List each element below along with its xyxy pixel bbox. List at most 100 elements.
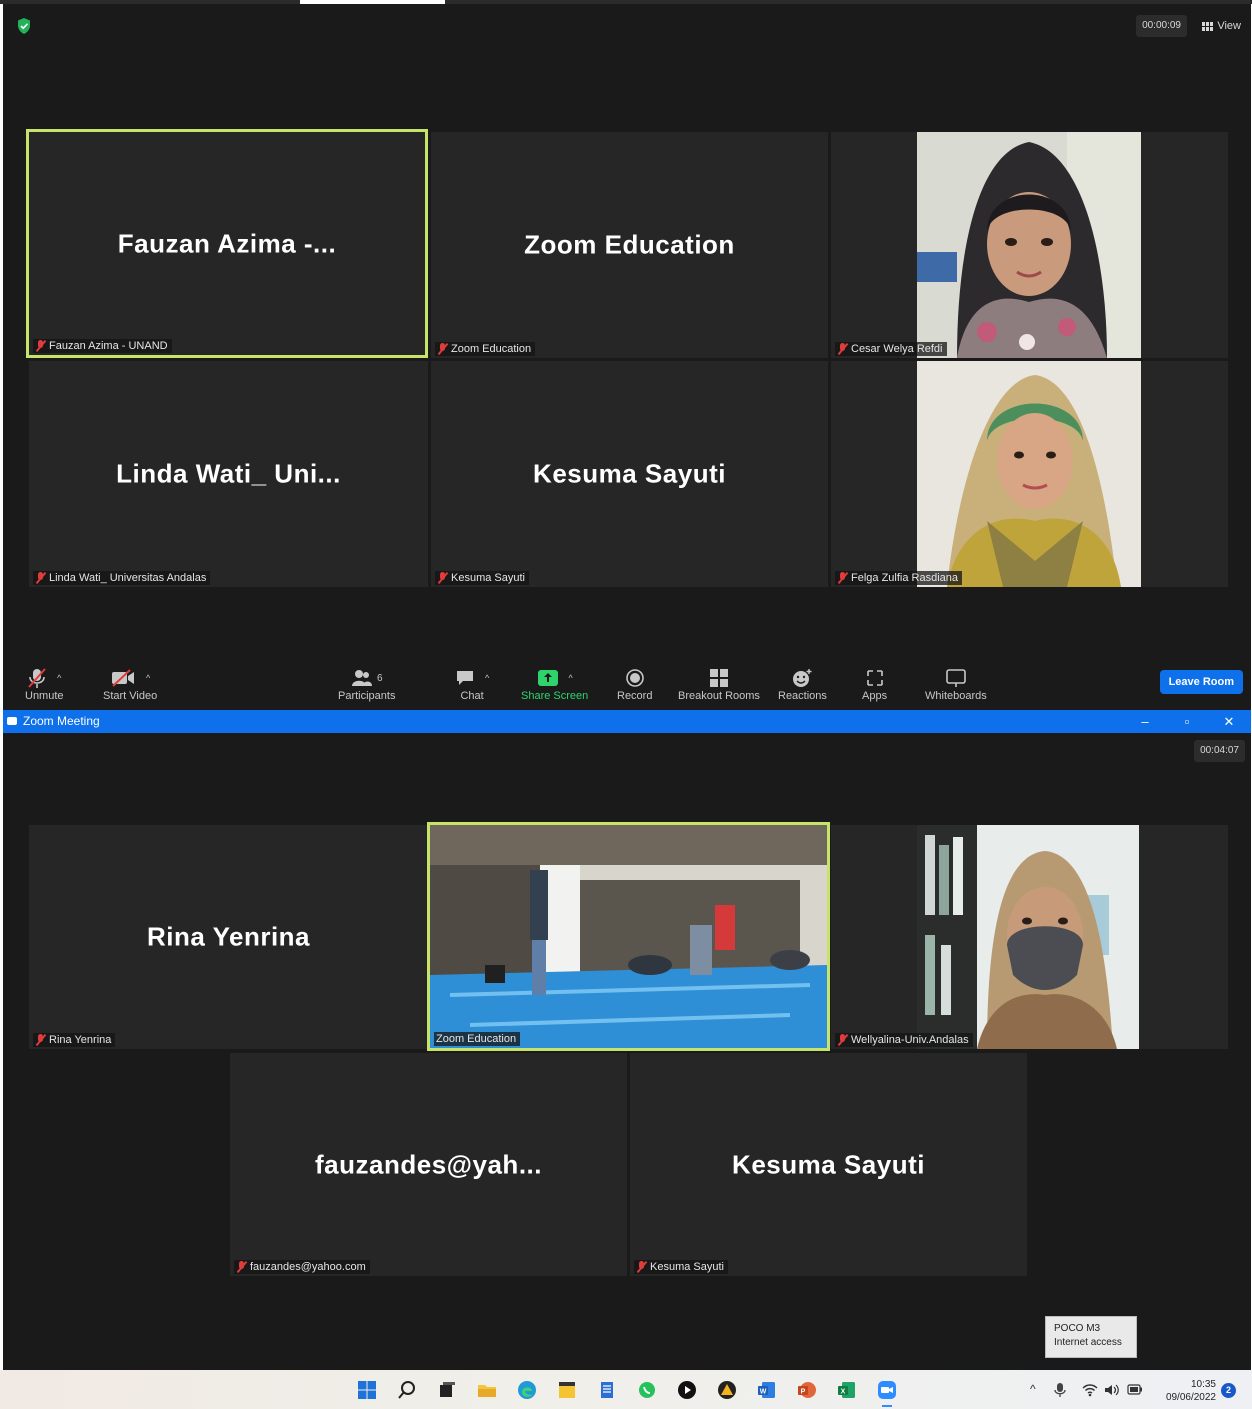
warning-app-icon[interactable] bbox=[717, 1380, 737, 1400]
apps-icon bbox=[866, 670, 883, 686]
battery-icon[interactable] bbox=[1127, 1384, 1143, 1395]
breakout-rooms-icon bbox=[709, 669, 728, 687]
name-label: Zoom Education bbox=[435, 342, 536, 356]
name-label: Fauzan Azima - UNAND bbox=[33, 339, 172, 353]
participant-video-feed bbox=[917, 361, 1141, 587]
wifi-icon[interactable] bbox=[1082, 1383, 1098, 1397]
mic-muted-icon bbox=[837, 572, 848, 584]
zoom-app-icon[interactable] bbox=[877, 1380, 897, 1400]
share-screen-button[interactable]: ^ Share Screen bbox=[521, 666, 588, 702]
participant-name: Linda Wati_ Uni... bbox=[116, 458, 341, 489]
chevron-up-icon[interactable]: ^ bbox=[569, 673, 573, 683]
sticky-notes-icon[interactable] bbox=[557, 1380, 577, 1400]
chevron-up-icon[interactable]: ^ bbox=[146, 673, 150, 683]
notification-badge[interactable]: 2 bbox=[1221, 1383, 1236, 1398]
edge-browser-icon[interactable] bbox=[517, 1380, 537, 1400]
name-label: Felga Zulfia Rasdiana bbox=[835, 571, 963, 585]
participant-video-feed bbox=[917, 825, 1139, 1049]
participant-video-feed bbox=[917, 132, 1141, 358]
mic-muted-icon bbox=[236, 1261, 247, 1273]
network-status: Internet access bbox=[1054, 1337, 1122, 1348]
name-label: Linda Wati_ Universitas Andalas bbox=[33, 571, 211, 585]
name-label: Kesuma Sayuti bbox=[435, 571, 529, 585]
svg-text:X: X bbox=[841, 1389, 846, 1396]
grid-icon bbox=[1202, 21, 1214, 31]
active-app-indicator bbox=[882, 1405, 892, 1407]
network-name: POCO M3 bbox=[1054, 1323, 1101, 1334]
chat-button[interactable]: ^ Chat bbox=[455, 666, 489, 702]
video-tile[interactable]: Linda Wati_ Uni... Linda Wati_ Universit… bbox=[29, 361, 428, 587]
name-label: fauzandes@yahoo.com bbox=[234, 1260, 370, 1274]
notepad-icon[interactable] bbox=[597, 1380, 617, 1400]
whatsapp-icon[interactable] bbox=[637, 1380, 657, 1400]
reactions-icon bbox=[793, 669, 812, 687]
close-button[interactable]: ✕ bbox=[1209, 710, 1249, 733]
participants-count: 6 bbox=[376, 672, 383, 684]
meeting-window-1: 00:00:09 View Fauzan Azima -... Fauzan A… bbox=[3, 4, 1251, 710]
microphone-icon[interactable] bbox=[1053, 1382, 1067, 1398]
mic-muted-icon bbox=[35, 1034, 46, 1046]
participant-name: Zoom Education bbox=[524, 229, 735, 260]
chat-icon bbox=[457, 671, 473, 685]
search-icon[interactable] bbox=[397, 1380, 417, 1400]
video-tile[interactable]: Kesuma Sayuti Kesuma Sayuti bbox=[431, 361, 828, 587]
mic-muted-icon bbox=[437, 343, 448, 355]
video-off-icon bbox=[112, 669, 134, 687]
minimize-button[interactable]: – bbox=[1125, 710, 1165, 733]
participants-icon bbox=[351, 670, 372, 686]
apps-button[interactable]: Apps bbox=[862, 666, 887, 702]
window-title: Zoom Meeting bbox=[23, 714, 100, 728]
mic-muted-icon bbox=[437, 572, 448, 584]
mic-muted-icon bbox=[837, 343, 848, 355]
reactions-button[interactable]: Reactions bbox=[778, 666, 827, 702]
system-clock[interactable]: 10:35 09/06/2022 bbox=[1166, 1378, 1216, 1404]
video-tile[interactable]: Wellyalina-Univ.Andalas bbox=[831, 825, 1228, 1049]
chevron-up-icon[interactable]: ^ bbox=[1030, 1382, 1036, 1396]
name-label: Cesar Welya Refdi bbox=[835, 342, 947, 356]
name-label: Rina Yenrina bbox=[33, 1033, 116, 1047]
mic-muted-icon bbox=[28, 668, 46, 688]
participant-name: Kesuma Sayuti bbox=[732, 1149, 925, 1179]
name-label: Zoom Education bbox=[434, 1032, 521, 1046]
window-title-bar[interactable]: Zoom Meeting – ▫ ✕ bbox=[3, 710, 1251, 733]
video-tile[interactable]: Zoom Education bbox=[427, 822, 830, 1051]
whiteboard-icon bbox=[946, 669, 966, 687]
mic-muted-icon bbox=[837, 1034, 848, 1046]
file-explorer-icon[interactable] bbox=[477, 1380, 497, 1400]
unmute-button[interactable]: ^ Unmute bbox=[25, 666, 64, 702]
video-tile[interactable]: Kesuma Sayuti Kesuma Sayuti bbox=[630, 1053, 1027, 1276]
chevron-up-icon[interactable]: ^ bbox=[485, 673, 489, 683]
video-tile[interactable]: Fauzan Azima -... Fauzan Azima - UNAND bbox=[26, 129, 428, 358]
leave-room-button[interactable]: Leave Room bbox=[1159, 670, 1243, 694]
video-tile[interactable]: Felga Zulfia Rasdiana bbox=[831, 361, 1228, 587]
participants-button[interactable]: 6 Participants bbox=[338, 666, 395, 702]
volume-icon[interactable] bbox=[1104, 1383, 1120, 1397]
share-screen-icon bbox=[537, 670, 558, 686]
word-icon[interactable]: W bbox=[757, 1380, 777, 1400]
start-video-button[interactable]: ^ Start Video bbox=[103, 666, 157, 702]
breakout-rooms-button[interactable]: Breakout Rooms bbox=[678, 666, 760, 702]
media-player-icon[interactable] bbox=[677, 1380, 697, 1400]
task-view-icon[interactable] bbox=[437, 1380, 457, 1400]
windows-start-icon[interactable] bbox=[357, 1380, 377, 1400]
whiteboards-button[interactable]: Whiteboards bbox=[925, 666, 987, 702]
record-button[interactable]: Record bbox=[617, 666, 652, 702]
video-tile[interactable]: Zoom Education Zoom Education bbox=[431, 132, 828, 358]
windows-taskbar: W P X ^ 10:35 09/06/2022 2 bbox=[0, 1370, 1252, 1409]
meeting-timer: 00:00:09 bbox=[1136, 15, 1187, 37]
view-label: View bbox=[1217, 20, 1241, 32]
powerpoint-icon[interactable]: P bbox=[797, 1380, 817, 1400]
video-tile[interactable]: Rina Yenrina Rina Yenrina bbox=[29, 825, 428, 1049]
view-button[interactable]: View bbox=[1202, 15, 1241, 37]
restore-button[interactable]: ▫ bbox=[1167, 710, 1207, 733]
meeting-toolbar: ^ Unmute ^ Start Video 6 Participants ^ … bbox=[3, 660, 1251, 710]
mic-muted-icon bbox=[35, 340, 46, 352]
security-shield-icon[interactable] bbox=[17, 18, 31, 34]
excel-icon[interactable]: X bbox=[837, 1380, 857, 1400]
video-tile[interactable]: Cesar Welya Refdi bbox=[831, 132, 1228, 358]
video-tile[interactable]: fauzandes@yah... fauzandes@yahoo.com bbox=[230, 1053, 627, 1276]
participant-name: Fauzan Azima -... bbox=[117, 228, 337, 258]
name-label: Kesuma Sayuti bbox=[634, 1260, 728, 1274]
chevron-up-icon[interactable]: ^ bbox=[57, 673, 61, 683]
mic-muted-icon bbox=[35, 572, 46, 584]
